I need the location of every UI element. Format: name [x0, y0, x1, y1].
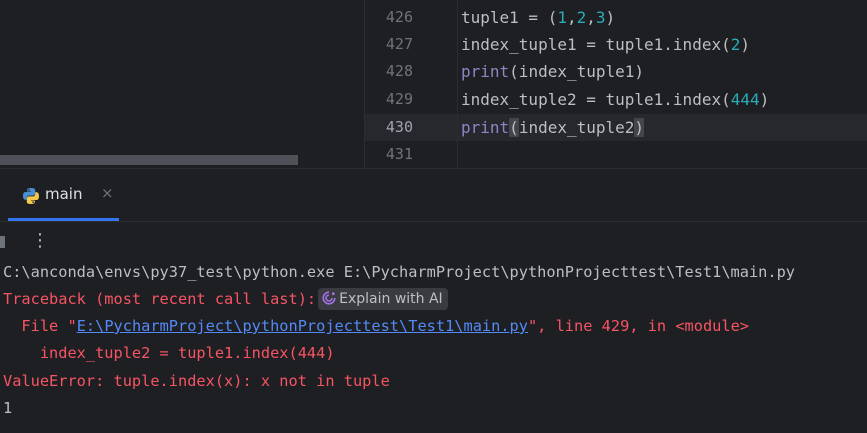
code-text: tuple1 = ( — [461, 8, 558, 27]
line-number: 426 — [385, 8, 413, 26]
code-text: ) — [759, 90, 770, 109]
editor-area: 426 427 428 429 430 431 tuple1 = (1,2,3)… — [0, 0, 867, 168]
run-tool-window-header: main × — [0, 168, 867, 221]
code-line-427[interactable]: index_tuple1 = tuple1.index(2) — [461, 31, 750, 58]
run-tab-main[interactable]: main × — [8, 169, 119, 221]
run-console[interactable]: C:\anconda\envs\py37_test\python.exe E:\… — [0, 261, 867, 433]
code-number: 444 — [730, 90, 760, 109]
code-text: ) — [740, 35, 750, 54]
console-command-line: C:\anconda\envs\py37_test\python.exe E:\… — [3, 263, 796, 281]
code-number: 3 — [595, 8, 606, 27]
code-builtin: print — [461, 118, 510, 137]
line-number: 428 — [385, 62, 413, 80]
code-text: index_tuple2 = tuple1.index( — [461, 90, 731, 109]
stop-icon[interactable] — [0, 236, 5, 248]
console-output-line: 1 — [3, 399, 13, 417]
code-text: index_tuple2 — [518, 118, 635, 137]
code-text: ) — [605, 8, 616, 27]
more-options-icon[interactable]: ⋮ — [31, 230, 49, 251]
code-line-426[interactable]: tuple1 = (1,2,3) — [461, 4, 615, 31]
code-text: , — [586, 8, 596, 27]
matched-bracket: ) — [634, 118, 645, 137]
python-icon — [23, 188, 39, 204]
console-file-line: File "E:\PycharmProject\pythonProjecttes… — [3, 313, 749, 340]
line-number-active: 430 — [385, 118, 413, 136]
horizontal-scrollbar-thumb[interactable] — [0, 155, 298, 165]
code-text: (index_tuple1) — [509, 62, 645, 81]
code-line-429[interactable]: index_tuple2 = tuple1.index(444) — [461, 86, 769, 113]
file-path-link[interactable]: E:\PycharmProject\pythonProjecttest\Test… — [77, 317, 528, 335]
gutter-border — [457, 0, 458, 168]
ai-assistant-icon — [322, 291, 336, 305]
code-number: 2 — [576, 8, 587, 27]
explain-with-ai-button[interactable]: Explain with AI — [318, 288, 448, 310]
console-error-line: ValueError: tuple.index(x): x not in tup… — [3, 372, 390, 390]
line-number: 431 — [385, 145, 413, 163]
explain-with-ai-label: Explain with AI — [339, 291, 443, 307]
line-number: 427 — [385, 35, 413, 53]
console-source-line: index_tuple2 = tuple1.index(444) — [3, 344, 335, 362]
run-tab-label: main — [45, 185, 83, 203]
traceback-text: Traceback (most recent call last): — [3, 290, 317, 308]
code-number: 2 — [730, 35, 741, 54]
code-line-430[interactable]: print(index_tuple2) — [461, 114, 645, 141]
code-builtin: print — [461, 62, 510, 81]
file-prefix: File " — [3, 317, 77, 335]
code-number: 1 — [557, 8, 567, 27]
file-suffix: ", line 429, in <module> — [527, 317, 749, 335]
code-text: index_tuple1 = tuple1.index( — [461, 35, 731, 54]
run-toolbar: ⋮ — [0, 221, 867, 262]
horizontal-scrollbar[interactable] — [0, 155, 364, 165]
code-text: , — [566, 8, 577, 27]
matched-bracket: ( — [509, 118, 519, 137]
code-line-428[interactable]: print(index_tuple1) — [461, 58, 644, 85]
line-number: 429 — [385, 90, 413, 108]
left-panel — [0, 0, 364, 168]
close-icon[interactable]: × — [101, 184, 114, 202]
console-traceback-line: Traceback (most recent call last): Explai… — [3, 286, 448, 313]
